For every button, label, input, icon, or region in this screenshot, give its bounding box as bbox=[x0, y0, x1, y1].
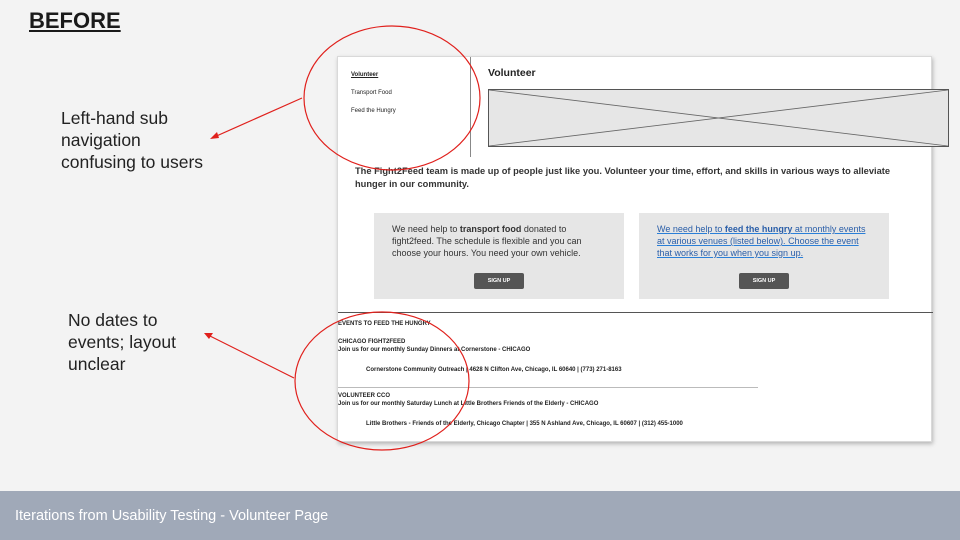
transport-food-card: We need help to transport food donated t… bbox=[374, 213, 624, 299]
event-item: VOLUNTEER CCO Join us for our monthly Sa… bbox=[338, 392, 933, 427]
events-title: EVENTS TO FEED THE HUNGRY bbox=[338, 321, 431, 327]
subnav-item-volunteer[interactable]: Volunteer bbox=[351, 71, 470, 80]
feed-the-hungry-card: We need help to feed the hungry at month… bbox=[639, 213, 889, 299]
signup-button[interactable]: SIGN UP bbox=[739, 273, 789, 289]
event-description: Join us for our monthly Sunday Dinners a… bbox=[338, 347, 531, 353]
signup-button[interactable]: SIGN UP bbox=[474, 273, 524, 289]
subnav-item-transport-food[interactable]: Transport Food bbox=[351, 89, 470, 98]
footer-caption: Iterations from Usability Testing - Volu… bbox=[15, 508, 329, 524]
arrowhead-icon bbox=[210, 132, 219, 139]
arrow-line bbox=[211, 97, 303, 139]
arrow-line bbox=[205, 333, 295, 379]
card-description: We need help to feed the hungry at month… bbox=[657, 224, 866, 258]
event-item: CHICAGO FIGHT2FEED Join us for our month… bbox=[338, 338, 933, 373]
image-placeholder-icon bbox=[489, 90, 948, 146]
event-description: Join us for our monthly Saturday Lunch a… bbox=[338, 401, 599, 407]
card-description: We need help to transport food donated t… bbox=[392, 224, 582, 258]
slide-title: BEFORE bbox=[29, 8, 121, 33]
event-name: CHICAGO FIGHT2FEED bbox=[338, 339, 406, 345]
volunteer-page-mockup: Volunteer Transport Food Feed the Hungry… bbox=[337, 56, 949, 442]
annotation-events-note: No dates to events; layout unclear bbox=[68, 310, 176, 374]
hero-image-placeholder bbox=[488, 89, 949, 147]
footer-bar: Iterations from Usability Testing - Volu… bbox=[0, 491, 960, 540]
event-name: VOLUNTEER CCO bbox=[338, 393, 391, 399]
divider bbox=[338, 312, 933, 313]
left-subnav: Volunteer Transport Food Feed the Hungry bbox=[338, 57, 471, 157]
intro-text: The Fight2Feed team is made up of people… bbox=[355, 166, 891, 189]
page-heading: Volunteer bbox=[488, 67, 536, 79]
annotation-subnav-note: Left-hand sub navigation confusing to us… bbox=[61, 108, 204, 172]
subnav-item-feed-the-hungry[interactable]: Feed the Hungry bbox=[351, 107, 470, 116]
event-address: Little Brothers - Friends of the Elderly… bbox=[366, 421, 683, 427]
divider bbox=[338, 387, 758, 388]
event-address: Cornerstone Community Outreach | 4628 N … bbox=[366, 367, 622, 373]
